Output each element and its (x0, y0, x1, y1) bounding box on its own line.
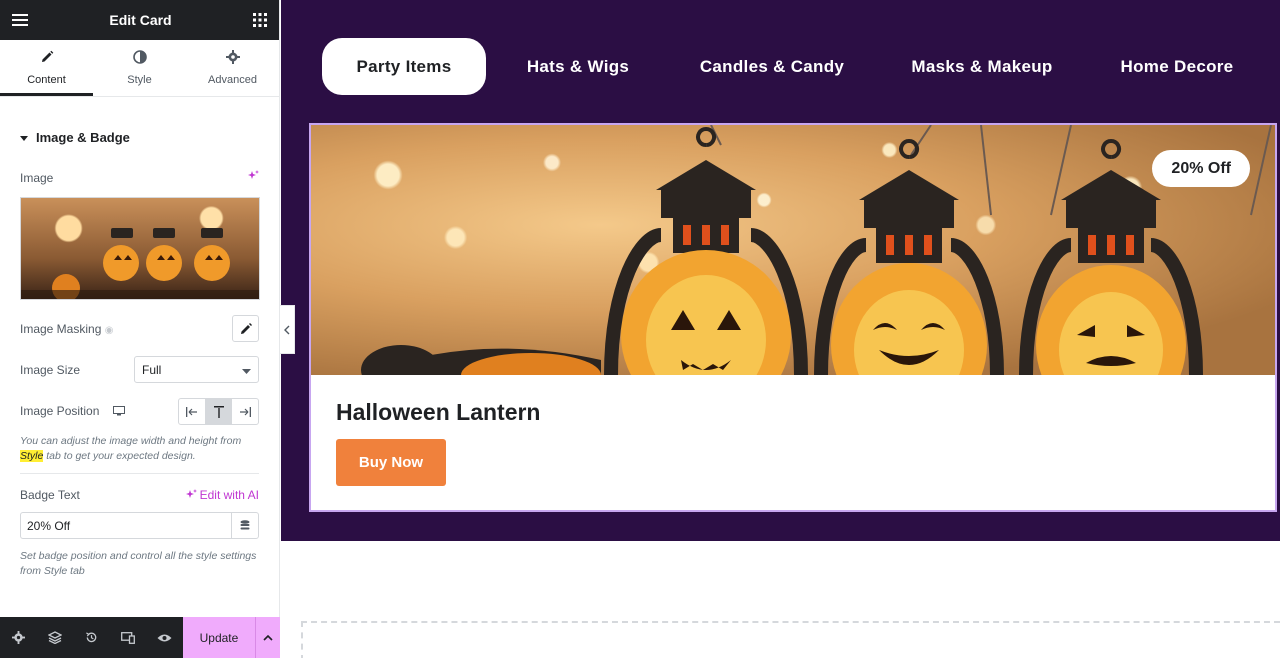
image-label: Image (20, 171, 54, 185)
badge-text-label: Badge Text (20, 488, 80, 502)
panel-footer: Update (0, 617, 280, 658)
tab-style[interactable]: Style (93, 40, 186, 96)
chevron-left-icon (284, 325, 290, 334)
update-options-button[interactable] (254, 617, 280, 658)
position-left-button[interactable] (179, 399, 205, 424)
product-image: 20% Off (311, 125, 1275, 375)
edit-with-ai-link[interactable]: Edit with AI (185, 488, 259, 502)
image-masking-edit-button[interactable] (232, 315, 259, 342)
position-top-button[interactable] (204, 399, 232, 424)
database-icon (240, 520, 250, 530)
image-masking-label: Image Masking ◉ (20, 321, 114, 336)
panel-title: Edit Card (109, 12, 172, 28)
nav-item-masks-makeup[interactable]: Masks & Makeup (874, 38, 1090, 95)
tab-advanced-label: Advanced (208, 74, 257, 86)
badge-text-input[interactable] (21, 513, 231, 538)
tab-content-label: Content (27, 74, 66, 86)
layers-icon[interactable] (37, 617, 74, 658)
ai-sparkle-icon[interactable] (247, 169, 259, 187)
image-position-label: Image Position (20, 404, 125, 419)
history-icon[interactable] (73, 617, 110, 658)
nav-item-home-decore[interactable]: Home Decore (1090, 38, 1264, 95)
responsive-mode-icon[interactable] (110, 617, 147, 658)
dynamic-tags-button[interactable] (231, 513, 258, 538)
image-position-choices (178, 398, 259, 425)
image-help-text: You can adjust the image width and heigh… (20, 435, 242, 462)
chevron-down-icon (242, 363, 251, 377)
update-button[interactable]: Update (182, 617, 255, 658)
ai-sparkle-icon (185, 489, 197, 498)
panel-tabs: Content Style Advanced (0, 40, 279, 97)
gear-icon (225, 50, 240, 67)
align-top-icon (213, 405, 224, 418)
section-toggle-image-badge[interactable]: Image & Badge (0, 97, 279, 177)
badge-help-text: Set badge position and control all the s… (20, 550, 257, 577)
section-title: Image & Badge (36, 129, 130, 145)
collapse-panel-button[interactable] (280, 305, 295, 354)
tab-content[interactable]: Content (0, 40, 93, 96)
product-card[interactable]: 20% Off Halloween Lantern Buy Now (309, 123, 1277, 512)
discount-badge: 20% Off (1152, 150, 1250, 187)
position-right-button[interactable] (231, 399, 258, 424)
info-icon: ◉ (104, 324, 114, 336)
nav-item-party-items[interactable]: Party Items (322, 38, 486, 95)
badge-text-field (20, 512, 259, 539)
buy-now-button[interactable]: Buy Now (336, 439, 446, 486)
tab-advanced[interactable]: Advanced (186, 40, 279, 96)
settings-icon[interactable] (0, 617, 37, 658)
panel-header: Edit Card (0, 0, 279, 40)
add-section-dropzone[interactable] (301, 621, 1280, 658)
pencil-icon (240, 322, 252, 334)
pencil-icon (40, 50, 54, 67)
image-thumbnail[interactable] (20, 197, 260, 300)
image-size-label: Image Size (20, 362, 81, 377)
preview-section: Party Items Hats & Wigs Candles & Candy … (281, 0, 1280, 541)
align-left-icon (185, 406, 197, 417)
nav-item-candles-candy[interactable]: Candles & Candy (670, 38, 874, 95)
chevron-up-icon (263, 634, 273, 641)
lantern-1 (604, 127, 808, 375)
align-right-icon (240, 406, 252, 417)
lantern-2 (814, 139, 1004, 375)
widgets-grid-icon[interactable] (252, 13, 267, 27)
preview-eye-icon[interactable] (146, 617, 183, 658)
contrast-icon (132, 50, 147, 67)
image-size-value: Full (142, 362, 162, 377)
editor-panel: Edit Card Content Style Advanced Image &… (0, 0, 280, 658)
desktop-icon (112, 405, 125, 419)
card-title: Halloween Lantern (336, 399, 541, 425)
image-size-select[interactable]: Full (134, 356, 259, 383)
hamburger-menu-icon[interactable] (12, 13, 28, 27)
category-nav: Party Items Hats & Wigs Candles & Candy … (322, 38, 1264, 95)
nav-item-hats-wigs[interactable]: Hats & Wigs (486, 38, 670, 95)
caret-down-icon (20, 130, 28, 145)
tab-style-label: Style (127, 74, 152, 86)
